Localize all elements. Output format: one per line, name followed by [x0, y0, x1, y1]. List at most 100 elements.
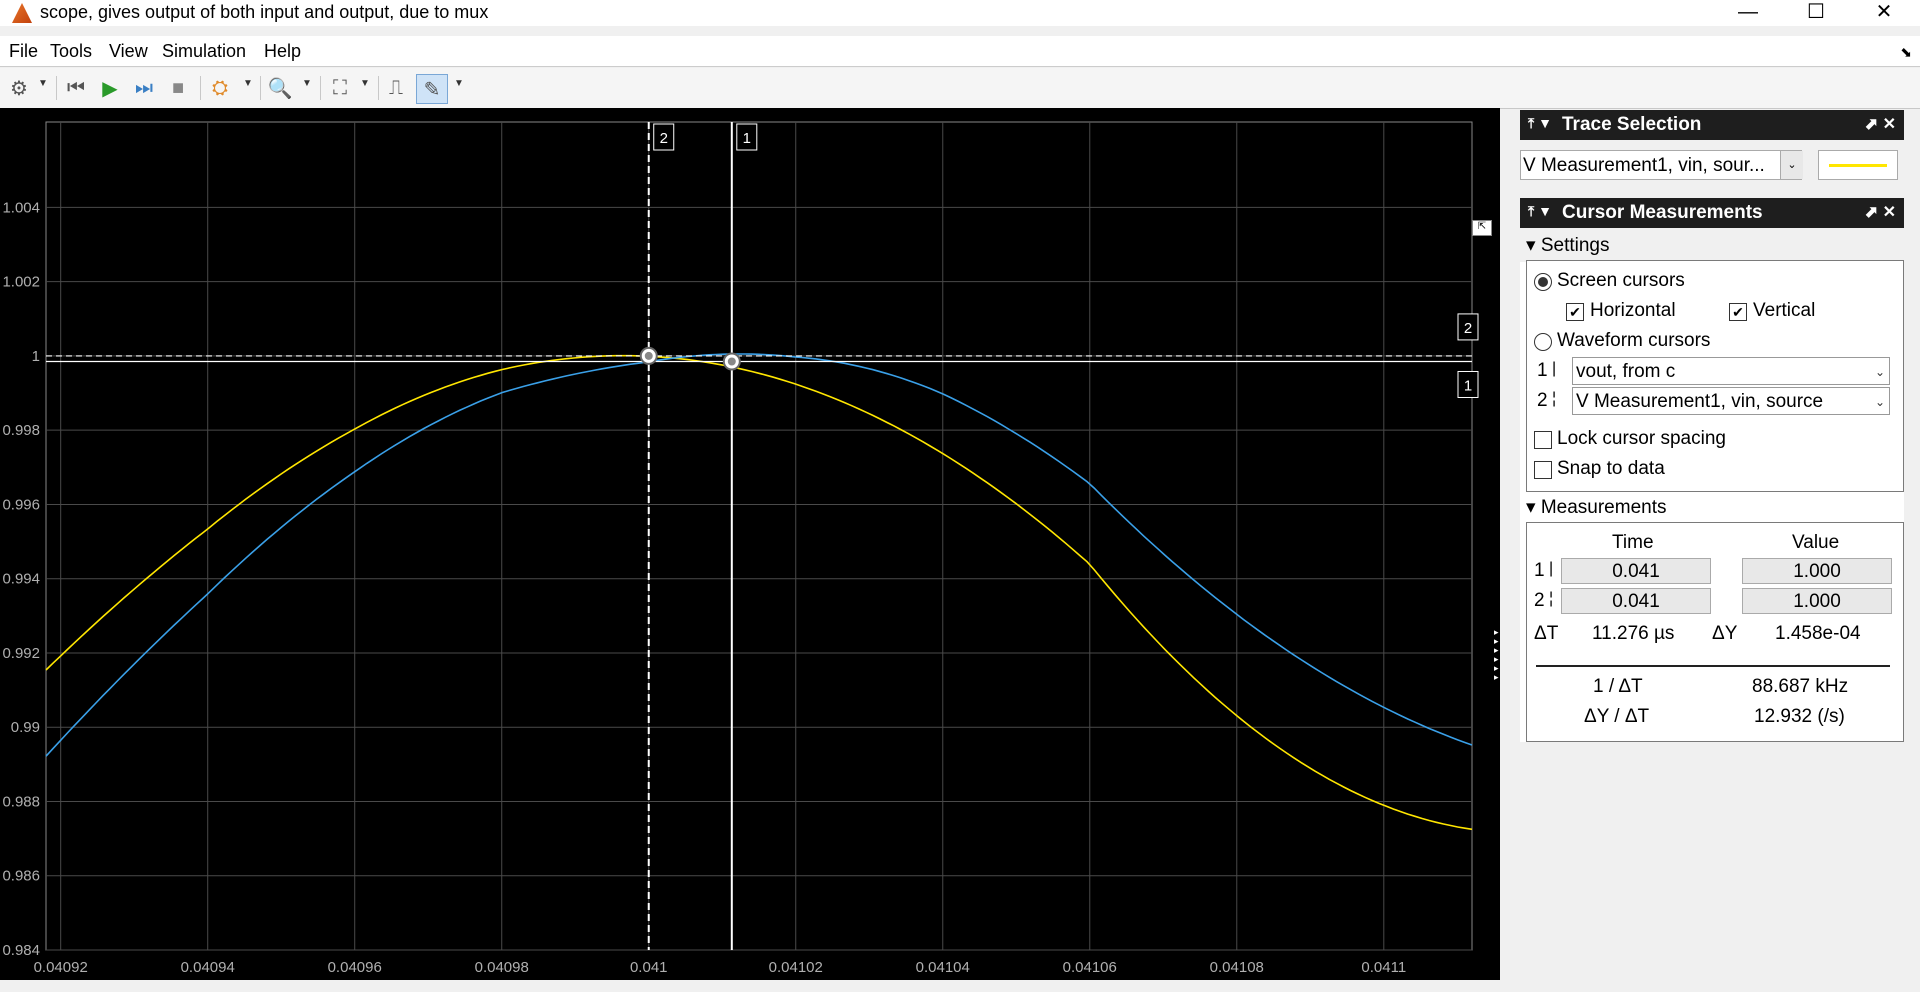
cursor2-signal-dropdown[interactable]: V Measurement1, vin, source ⌄: [1572, 387, 1890, 415]
vertical-cursor-label: 2: [660, 130, 668, 147]
scope-chart[interactable]: 0.04092 0.04094 0.04096 0.04098 0.041 0.04102…: [0, 108, 1500, 980]
step-back-icon[interactable]: ⏮: [62, 74, 90, 102]
y-tick-label: 0.998: [2, 422, 40, 439]
x-tick-label: 0.04102: [769, 959, 823, 976]
run-icon[interactable]: ▶: [96, 74, 124, 102]
solid-cursor-icon: |: [1552, 360, 1557, 377]
undock-close-icons[interactable]: ⬈ ✕: [1865, 114, 1896, 134]
triggers-icon[interactable]: ⎍: [382, 74, 410, 102]
waveform-cursors-radio[interactable]: [1534, 333, 1552, 351]
pin-collapse-icon[interactable]: ⤒ ▼: [1528, 203, 1552, 220]
y-tick-label: 0.99: [11, 719, 40, 736]
snap-to-data-checkbox[interactable]: [1534, 461, 1552, 479]
undock-icon[interactable]: ⬊: [1900, 44, 1912, 61]
toolbar: ⚙ ▼ ⏮ ▶ ⏭ ■ ⛭ ▼ 🔍 ▼ ⛶ ▼ ⎍ ✎ ▼: [0, 68, 1920, 109]
window-title: scope, gives output of both input and ou…: [40, 2, 489, 22]
dock-axes-icon[interactable]: ⇱: [1472, 220, 1492, 236]
delta-y-label: ΔY: [1712, 623, 1738, 644]
matlab-logo-icon: [12, 3, 32, 23]
cursor-handle-center: [644, 351, 653, 360]
delta-t-value: 11.276 µs: [1592, 623, 1675, 644]
cursor-measurements-icon[interactable]: ✎: [416, 74, 448, 104]
scope-plot-area[interactable]: 0.04092 0.04094 0.04096 0.04098 0.041 0.04102…: [0, 108, 1500, 980]
cursor1-time-field[interactable]: 0.041: [1561, 558, 1711, 584]
measurements-label: Measurements: [1540, 497, 1667, 518]
menu-view[interactable]: View: [109, 41, 148, 62]
minimize-button[interactable]: —: [1720, 0, 1776, 26]
menu-help[interactable]: Help: [264, 41, 301, 62]
plot-frame: [45, 121, 1473, 951]
y-tick-label: 0.996: [2, 496, 40, 513]
chevron-down-icon[interactable]: ⌄: [1875, 388, 1885, 416]
measurements-dropdown-icon[interactable]: ▼: [454, 78, 464, 89]
trace-selection-title: Trace Selection: [1562, 114, 1702, 135]
measurements-section-toggle[interactable]: ▾ Measurements: [1526, 496, 1667, 519]
trace-selection-header: ⤒ ▼ Trace Selection ⬈ ✕: [1520, 110, 1904, 140]
settings-dropdown-icon[interactable]: ▼: [38, 78, 48, 89]
cursor1-index: 1: [1537, 360, 1548, 381]
pin-collapse-icon[interactable]: ⤒ ▼: [1528, 115, 1552, 132]
fit-dropdown-icon[interactable]: ▼: [360, 78, 370, 89]
highlight-icon[interactable]: ⛭: [206, 74, 234, 102]
solid-cursor-icon: |: [1549, 560, 1554, 577]
cursor1-signal-dropdown[interactable]: vout, from c ⌄: [1572, 357, 1890, 385]
slope-value: 12.932 (/s): [1754, 706, 1845, 727]
value-header: Value: [1792, 532, 1840, 553]
status-bar: [0, 980, 1920, 992]
undock-close-icons[interactable]: ⬈ ✕: [1865, 202, 1896, 222]
cursor2-time-field[interactable]: 0.041: [1561, 588, 1711, 614]
time-header: Time: [1612, 532, 1654, 553]
cursor2-index: 2: [1537, 390, 1548, 411]
y-tick-label: 1: [32, 348, 40, 365]
zoom-dropdown-icon[interactable]: ▼: [302, 78, 312, 89]
vertical-cursor-label: 1: [743, 130, 751, 147]
screen-cursors-radio[interactable]: [1534, 273, 1552, 291]
menu-simulation[interactable]: Simulation: [162, 41, 246, 62]
lock-cursor-spacing-label: Lock cursor spacing: [1557, 428, 1726, 449]
cursor-measurements-header: ⤒ ▼ Cursor Measurements ⬈ ✕: [1520, 198, 1904, 228]
cursor2-value-field[interactable]: 1.000: [1742, 588, 1892, 614]
vertical-checkbox[interactable]: ✔: [1729, 303, 1747, 321]
chevron-down-icon[interactable]: ⌄: [1875, 358, 1885, 386]
menu-file[interactable]: File: [9, 41, 38, 62]
cursor2-signal-value: V Measurement1, vin, source: [1576, 391, 1824, 412]
trace-color-swatch: [1818, 150, 1898, 180]
maximize-button[interactable]: ☐: [1788, 0, 1844, 26]
cursor-handle-center: [727, 357, 736, 366]
close-button[interactable]: ✕: [1856, 0, 1912, 26]
highlight-dropdown-icon[interactable]: ▼: [243, 78, 253, 89]
settings-section-toggle[interactable]: ▾ Settings: [1526, 234, 1609, 257]
cursor1-value-field[interactable]: 1.000: [1742, 558, 1892, 584]
trace-color-line: [1829, 164, 1887, 167]
inverse-delta-t-value: 88.687 kHz: [1752, 676, 1849, 697]
x-tick-label: 0.04106: [1063, 959, 1117, 976]
zoom-icon[interactable]: 🔍: [266, 74, 294, 102]
trace-selection-dropdown[interactable]: V Measurement1, vin, sour...: [1520, 150, 1802, 180]
step-forward-icon[interactable]: ⏭: [130, 74, 158, 102]
cursor-measurements-title: Cursor Measurements: [1562, 202, 1763, 223]
waveform-cursors-label: Waveform cursors: [1557, 330, 1711, 351]
measurements-divider: [1536, 665, 1890, 667]
y-tick-label: 0.984: [2, 942, 40, 959]
chevron-down-icon[interactable]: ⌄: [1780, 151, 1803, 179]
stop-icon[interactable]: ■: [164, 74, 192, 102]
expand-panel-arrows-icon[interactable]: ▸ ▸ ▸ ▸ ▸ ▸: [1494, 628, 1499, 682]
screen-cursors-label: Screen cursors: [1557, 270, 1685, 291]
horizontal-checkbox[interactable]: ✔: [1566, 303, 1584, 321]
menu-tools[interactable]: Tools: [50, 41, 92, 62]
x-tick-label: 0.041: [630, 959, 668, 976]
toolbar-separator: [56, 76, 57, 100]
x-tick-label: 0.04096: [328, 959, 382, 976]
y-tick-label: 0.992: [2, 645, 40, 662]
y-tick-label: 0.986: [2, 868, 40, 885]
lock-cursor-spacing-checkbox[interactable]: [1534, 431, 1552, 449]
y-tick-label: 0.988: [2, 793, 40, 810]
gear-icon[interactable]: ⚙: [6, 74, 32, 102]
slope-label: ΔY / ΔT: [1584, 706, 1650, 727]
dashed-cursor-icon: ¦: [1552, 390, 1557, 407]
fit-to-view-icon[interactable]: ⛶: [326, 74, 354, 102]
horizontal-cursor-label: 2: [1464, 320, 1472, 337]
settings-label: Settings: [1540, 235, 1610, 256]
x-tick-label: 0.04098: [475, 959, 529, 976]
snap-to-data-label: Snap to data: [1557, 458, 1665, 479]
